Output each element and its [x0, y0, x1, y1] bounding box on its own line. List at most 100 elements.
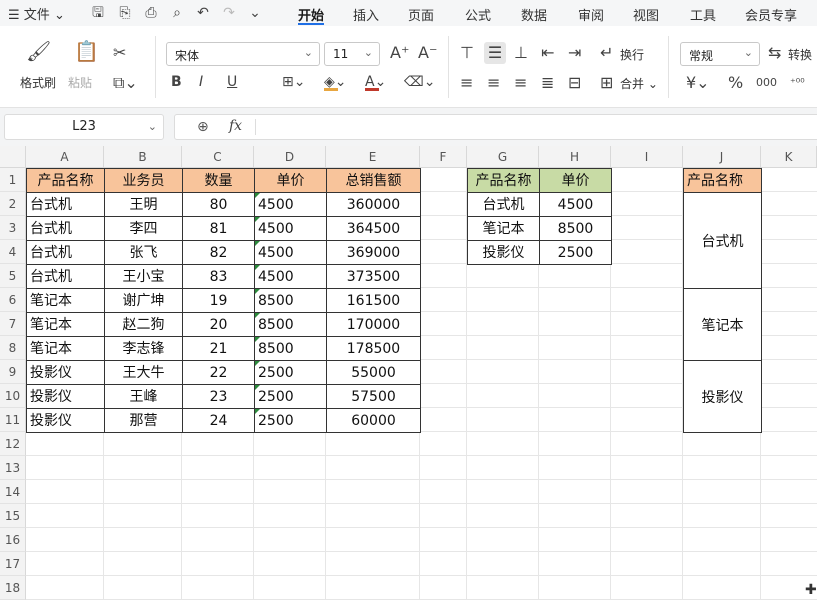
table1-cell[interactable]: 369000 — [326, 240, 421, 265]
table2-cell[interactable]: 8500 — [539, 216, 612, 241]
fx-icon[interactable]: fx — [229, 118, 242, 134]
tab-review[interactable]: 审阅 — [578, 5, 604, 24]
table1-header[interactable]: 数量 — [182, 168, 255, 193]
table1-cell[interactable]: 台式机 — [26, 240, 105, 265]
align-right-icon[interactable]: ≡ — [514, 74, 527, 92]
underline-icon[interactable]: U — [227, 73, 237, 91]
row-header-7[interactable]: 7 — [0, 312, 26, 336]
wrap-text-button[interactable]: 换行 — [620, 46, 644, 63]
row-header-11[interactable]: 11 — [0, 408, 26, 432]
border-icon[interactable]: ⊞⌄ — [282, 73, 305, 91]
table1-cell[interactable]: 20 — [182, 312, 255, 337]
tab-home[interactable]: 开始 — [298, 5, 324, 24]
paste-button[interactable]: 粘贴 — [68, 74, 92, 91]
row-header-4[interactable]: 4 — [0, 240, 26, 264]
print-icon[interactable]: ⎙ — [142, 4, 160, 22]
table1-cell[interactable]: 台式机 — [26, 216, 105, 241]
file-menu[interactable]: ☰ 文件 ⌄ — [8, 4, 65, 23]
table1-cell[interactable]: 4500 — [254, 216, 327, 241]
table2-cell[interactable]: 台式机 — [467, 192, 540, 217]
table1-cell[interactable]: 台式机 — [26, 192, 105, 217]
more-chevron-icon[interactable]: ⌄ — [246, 4, 264, 22]
decrease-font-icon[interactable]: A⁻ — [418, 44, 437, 62]
tab-page[interactable]: 页面 — [408, 5, 434, 24]
table3-header[interactable]: 产品名称 — [683, 168, 762, 193]
tab-member[interactable]: 会员专享 — [745, 5, 797, 24]
convert-button[interactable]: 转换 — [788, 46, 812, 63]
table1-cell[interactable]: 王明 — [104, 192, 183, 217]
column-header-a[interactable]: A — [26, 146, 104, 168]
table1-cell[interactable]: 投影仪 — [26, 384, 105, 409]
table1-cell[interactable]: 373500 — [326, 264, 421, 289]
table1-cell[interactable]: 24 — [182, 408, 255, 433]
table1-header[interactable]: 单价 — [254, 168, 327, 193]
column-header-b[interactable]: B — [104, 146, 182, 168]
column-header-e[interactable]: E — [326, 146, 420, 168]
table1-cell[interactable]: 21 — [182, 336, 255, 361]
table1-cell[interactable]: 王峰 — [104, 384, 183, 409]
table1-cell[interactable]: 李志锋 — [104, 336, 183, 361]
percent-icon[interactable]: % — [728, 74, 743, 92]
table1-cell[interactable]: 4500 — [254, 264, 327, 289]
row-header-13[interactable]: 13 — [0, 456, 26, 480]
table1-cell[interactable]: 李四 — [104, 216, 183, 241]
select-all-corner[interactable] — [0, 146, 26, 168]
currency-icon[interactable]: ¥⌄ — [686, 74, 710, 92]
row-header-10[interactable]: 10 — [0, 384, 26, 408]
formula-input[interactable]: ⊕ fx — [174, 114, 817, 140]
table1-cell[interactable]: 60000 — [326, 408, 421, 433]
tab-tools[interactable]: 工具 — [690, 5, 716, 24]
table1-cell[interactable]: 83 — [182, 264, 255, 289]
row-header-12[interactable]: 12 — [0, 432, 26, 456]
table1-cell[interactable]: 178500 — [326, 336, 421, 361]
table1-cell[interactable]: 张飞 — [104, 240, 183, 265]
table1-cell[interactable]: 谢广坤 — [104, 288, 183, 313]
table1-cell[interactable]: 笔记本 — [26, 336, 105, 361]
column-header-h[interactable]: H — [539, 146, 611, 168]
column-header-i[interactable]: I — [611, 146, 683, 168]
table1-cell[interactable]: 王大牛 — [104, 360, 183, 385]
table1-cell[interactable]: 364500 — [326, 216, 421, 241]
tab-formula[interactable]: 公式 — [465, 5, 491, 24]
table1-cell[interactable]: 82 — [182, 240, 255, 265]
table1-header[interactable]: 总销售额 — [326, 168, 421, 193]
table1-cell[interactable]: 55000 — [326, 360, 421, 385]
thousands-icon[interactable]: 000 — [756, 74, 777, 92]
row-header-5[interactable]: 5 — [0, 264, 26, 288]
align-left-icon[interactable]: ≡ — [460, 74, 473, 92]
table2-cell[interactable]: 投影仪 — [467, 240, 540, 265]
print-preview-icon[interactable]: ⌕ — [168, 4, 186, 22]
table1-header[interactable]: 业务员 — [104, 168, 183, 193]
column-header-d[interactable]: D — [254, 146, 326, 168]
table1-cell[interactable]: 台式机 — [26, 264, 105, 289]
table1-cell[interactable]: 80 — [182, 192, 255, 217]
tab-insert[interactable]: 插入 — [353, 5, 379, 24]
row-header-15[interactable]: 15 — [0, 504, 26, 528]
table1-cell[interactable]: 19 — [182, 288, 255, 313]
row-header-18[interactable]: 18 — [0, 576, 26, 600]
name-box[interactable]: L23 ⌄ — [4, 114, 164, 140]
merged-product-cell[interactable]: 投影仪 — [683, 360, 762, 433]
redo-icon[interactable]: ↷ — [220, 4, 238, 22]
table2-cell[interactable]: 4500 — [539, 192, 612, 217]
align-top-icon[interactable]: ⊤ — [460, 44, 474, 62]
table1-cell[interactable]: 2500 — [254, 408, 327, 433]
table1-cell[interactable]: 王小宝 — [104, 264, 183, 289]
share-icon[interactable]: ⎘ — [116, 4, 134, 22]
indent-increase-icon[interactable]: ⇥ — [568, 44, 581, 62]
indent-decrease-icon[interactable]: ⇤ — [541, 44, 554, 62]
table1-cell[interactable]: 笔记本 — [26, 312, 105, 337]
zoom-icon[interactable]: ⊕ — [197, 119, 209, 135]
table1-cell[interactable]: 2500 — [254, 360, 327, 385]
table1-cell[interactable]: 360000 — [326, 192, 421, 217]
row-header-17[interactable]: 17 — [0, 552, 26, 576]
table1-header[interactable]: 产品名称 — [26, 168, 105, 193]
row-header-3[interactable]: 3 — [0, 216, 26, 240]
merged-product-cell[interactable]: 台式机 — [683, 192, 762, 289]
table1-cell[interactable]: 投影仪 — [26, 408, 105, 433]
table1-cell[interactable]: 4500 — [254, 240, 327, 265]
align-bottom-icon[interactable]: ⊥ — [514, 44, 528, 62]
font-size-select[interactable]: 11 ⌄ — [324, 42, 380, 66]
align-middle-icon[interactable]: ☰ — [484, 42, 506, 64]
table1-cell[interactable]: 8500 — [254, 288, 327, 313]
